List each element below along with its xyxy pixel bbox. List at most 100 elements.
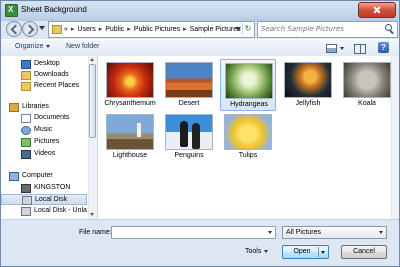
breadcrumb-separator: ▸ [127,26,131,33]
image-thumbnail [224,114,272,150]
sidebar-item-libraries[interactable]: Libraries [1,102,96,113]
file-name-input[interactable] [114,228,264,237]
cancel-button[interactable]: Cancel [341,245,387,259]
sidebar-item-local-disk-unlabeled[interactable]: Local Disk - Unla [1,206,96,217]
image-thumbnail [284,62,332,98]
preview-pane-icon[interactable] [354,44,366,54]
search-icon[interactable] [385,24,392,31]
documents-icon [21,114,31,123]
image-thumbnail [343,62,391,98]
file-list-scrollbar[interactable] [391,56,399,219]
sidebar-item-videos[interactable]: Videos [1,149,96,160]
tools-label: Tools [245,248,262,255]
file-item-tulips[interactable]: Tulips [220,111,276,163]
title-bar: Sheet Background [1,1,399,19]
file-item-penguins[interactable]: Penguins [161,111,217,163]
sidebar-scroll-thumb[interactable] [89,64,96,138]
videos-icon [21,150,31,159]
file-item-koala[interactable]: Koala [339,59,395,111]
sidebar-item-label: Music [34,126,53,133]
sidebar-item-recent-places[interactable]: Recent Places [1,81,96,92]
breadcrumb-separator: ▸ [98,26,103,33]
libraries-icon [9,103,19,112]
tools-button[interactable]: Tools [245,248,269,255]
breadcrumb-users[interactable]: Users [77,26,95,33]
breadcrumb-public-pictures[interactable]: Public Pictures [134,26,180,33]
sidebar-item-computer[interactable]: Computer [1,171,96,182]
sidebar-item-label: Local Disk - Unla [34,207,87,214]
sidebar-item-label: KINGSTON [34,184,71,191]
window-title: Sheet Background [21,5,87,14]
file-name: Desert [178,100,200,107]
sidebar-item-pictures[interactable]: Pictures [1,137,96,148]
breadcrumb: «▸ Users ▸ Public ▸ Public Pictures ▸ Sample Pi… [64,25,241,33]
recent-places-icon [21,82,31,91]
search-box[interactable] [257,21,398,38]
breadcrumb-separator: ▸ [70,26,75,33]
breadcrumb-separator: ▸ [183,26,187,33]
new-folder-button[interactable]: New folder [66,43,99,50]
file-name: Chrysanthemum [104,100,156,107]
sidebar-item-documents[interactable]: Documents [1,113,96,124]
file-item-hydrangeas[interactable]: Hydrangeas [220,59,276,111]
forward-button[interactable] [22,21,38,37]
file-name: Hydrangeas [230,101,268,108]
file-item-desert[interactable]: Desert [161,59,217,111]
search-input[interactable] [261,23,376,34]
scroll-up-icon[interactable] [90,58,94,61]
sidebar-item-kingston[interactable]: KINGSTON [1,183,96,194]
breadcrumb-sample-pictures[interactable]: Sample Pictures [190,26,241,33]
recent-locations-dropdown[interactable] [39,26,45,30]
computer-icon [9,172,19,181]
open-button[interactable]: Open [282,245,329,259]
sidebar-item-downloads[interactable]: Downloads [1,70,96,81]
image-thumbnail [225,63,273,99]
sidebar-item-desktop[interactable]: Desktop [1,59,96,70]
close-button[interactable] [358,2,396,18]
refresh-icon[interactable]: ↻ [242,23,253,34]
file-type-filter[interactable]: All Pictures [282,226,387,239]
image-thumbnail [165,62,213,98]
file-item-lighthouse[interactable]: Lighthouse [102,111,158,163]
organize-button[interactable]: Organize [15,43,51,50]
file-name: Koala [358,100,376,107]
sidebar-item-label: Pictures [34,138,60,145]
downloads-folder-icon [21,71,31,80]
command-toolbar: Organize New folder ? [1,39,399,57]
usb-drive-icon [21,184,31,193]
file-name-field[interactable] [111,226,276,239]
file-item-chrysanthemum[interactable]: Chrysanthemum [102,59,158,111]
address-dropdown-icon[interactable] [235,27,241,31]
local-disk-icon [21,207,31,216]
organize-label: Organize [15,43,44,50]
breadcrumb-overflow[interactable]: « [64,26,68,33]
excel-app-icon [5,4,18,17]
file-name: Penguins [174,152,204,159]
split-divider [318,247,319,257]
scroll-down-icon[interactable] [90,213,94,216]
open-options-chevron-icon[interactable] [321,251,325,254]
music-icon [21,126,31,135]
view-options-chevron-icon[interactable] [340,47,344,50]
sidebar-item-local-disk[interactable]: Local Disk [1,194,87,205]
change-view-icon[interactable] [326,44,337,53]
chevron-down-icon [46,44,51,48]
breadcrumb-public[interactable]: Public [105,26,124,33]
file-name-dropdown-icon[interactable] [268,231,272,234]
sidebar-item-label: Recent Places [34,82,80,89]
sidebar-item-music[interactable]: Music [1,125,96,136]
help-icon[interactable]: ? [378,42,389,53]
address-bar[interactable]: «▸ Users ▸ Public ▸ Public Pictures ▸ Sample Pi… [48,21,255,38]
folder-icon [52,25,62,34]
image-thumbnail [106,62,154,98]
back-button[interactable] [6,21,22,37]
file-item-jellyfish[interactable]: Jellyfish [280,59,336,111]
file-name: Lighthouse [112,152,148,159]
local-disk-icon [22,196,32,205]
file-name: Jellyfish [295,100,321,107]
file-type-filter-value: All Pictures [286,229,322,236]
chevron-down-icon [379,231,383,234]
sidebar-item-label: Local Disk [35,196,68,203]
address-row: «▸ Users ▸ Public ▸ Public Pictures ▸ Sample Pi… [1,19,399,39]
image-thumbnail [106,114,154,150]
